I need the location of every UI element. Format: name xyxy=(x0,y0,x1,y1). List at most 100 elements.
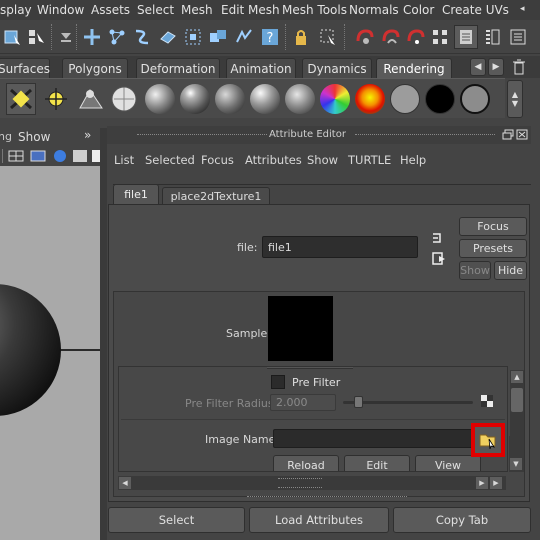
panel-resize-handle[interactable] xyxy=(247,496,407,498)
history-icon[interactable] xyxy=(454,25,478,49)
scroll-right-end-icon[interactable]: ▶ xyxy=(490,477,502,489)
menu-display[interactable]: splay xyxy=(0,3,32,17)
hide-button[interactable]: Hide xyxy=(494,261,527,280)
select-button[interactable]: Select xyxy=(108,507,245,533)
snap-to-curve-icon[interactable] xyxy=(378,25,402,49)
shelf-scroll-left-icon[interactable]: ◀ xyxy=(470,58,486,76)
ae-menu-selected[interactable]: Selected xyxy=(145,153,195,167)
select-uvs-icon[interactable] xyxy=(181,25,205,49)
smooth-shade-icon[interactable] xyxy=(30,149,46,163)
input-connection-icon[interactable] xyxy=(431,231,445,245)
snap-options-icon[interactable] xyxy=(54,25,78,49)
menu-color[interactable]: Color xyxy=(403,3,434,17)
view-button[interactable]: View xyxy=(415,455,481,471)
shelf-trash-icon[interactable] xyxy=(512,59,526,75)
shelf-tab-rendering[interactable]: Rendering xyxy=(376,58,452,78)
select-edges-icon[interactable] xyxy=(130,25,154,49)
scroll-right-icon[interactable]: ▶ xyxy=(476,477,488,489)
textured-icon[interactable] xyxy=(52,149,68,163)
shelf-tab-polygons[interactable]: Polygons xyxy=(62,58,128,78)
image-name-field[interactable] xyxy=(273,429,473,448)
horizontal-scroll-thumb[interactable] xyxy=(278,478,322,488)
edit-button[interactable]: Edit xyxy=(344,455,410,471)
select-by-hierarchy-icon[interactable] xyxy=(0,25,24,49)
presets-button[interactable]: Presets xyxy=(459,239,527,258)
viewport-overflow-icon[interactable]: » xyxy=(84,128,91,142)
ae-menu-show[interactable]: Show xyxy=(307,153,338,167)
blinn-material-icon[interactable] xyxy=(180,84,210,114)
shelf-tab-animation[interactable]: Animation xyxy=(226,58,296,78)
menu-window[interactable]: Window xyxy=(37,3,84,17)
lock-selection-icon[interactable] xyxy=(289,25,313,49)
perspective-viewport[interactable] xyxy=(0,166,100,540)
menu-select[interactable]: Select xyxy=(137,3,174,17)
scroll-thumb[interactable] xyxy=(511,388,523,412)
scroll-left-icon[interactable]: ◀ xyxy=(119,477,131,489)
close-panel-icon[interactable] xyxy=(516,129,528,140)
ae-menu-list[interactable]: List xyxy=(114,153,134,167)
outer-scroll-down-icon[interactable]: ▼ xyxy=(510,458,522,470)
select-by-object-icon[interactable] xyxy=(24,25,48,49)
browse-file-folder-icon[interactable] xyxy=(471,423,505,457)
pre-filter-radius-slider-handle[interactable] xyxy=(354,396,363,408)
shelf-tab-deformation[interactable]: Deformation xyxy=(136,58,220,78)
select-handles-icon[interactable] xyxy=(80,25,104,49)
menu-edit-mesh[interactable]: Edit Mesh xyxy=(221,3,280,17)
viewport-show-menu[interactable]: Show xyxy=(18,130,50,144)
shelf-scroll-right-icon[interactable]: ▶ xyxy=(488,58,504,76)
lights-icon[interactable] xyxy=(72,149,88,163)
menu-mesh[interactable]: Mesh xyxy=(181,3,213,17)
menu-assets[interactable]: Assets xyxy=(91,3,130,17)
inner-horizontal-scrollbar[interactable]: ◀ ▶ ▶ xyxy=(118,476,506,490)
directional-light-icon[interactable] xyxy=(6,83,36,115)
menu-create-uvs[interactable]: Create UVs xyxy=(442,3,509,17)
render-settings-icon[interactable] xyxy=(480,25,504,49)
shelf-scroll-vertical[interactable]: ▲ ▼ xyxy=(507,80,523,118)
anisotropic-material-icon[interactable] xyxy=(285,84,315,114)
select-multi-component-icon[interactable] xyxy=(206,25,230,49)
select-faces-icon[interactable] xyxy=(156,25,180,49)
float-panel-icon[interactable] xyxy=(502,129,514,140)
swatch-grey-icon[interactable] xyxy=(390,84,420,114)
show-button[interactable]: Show xyxy=(459,261,491,280)
swatch-grey-outline-icon[interactable] xyxy=(460,84,490,114)
menu-normals[interactable]: Normals xyxy=(349,3,399,17)
ae-menu-attributes[interactable]: Attributes xyxy=(245,153,302,167)
map-button-icon[interactable] xyxy=(481,395,493,407)
fractal-texture-icon[interactable] xyxy=(355,84,385,114)
file-name-field[interactable]: file1 xyxy=(262,236,418,258)
ae-menu-turtle[interactable]: TURTLE xyxy=(348,153,391,167)
lambert-material-icon[interactable] xyxy=(145,84,175,114)
load-attributes-button[interactable]: Load Attributes xyxy=(249,507,389,533)
snap-to-point-icon[interactable] xyxy=(403,25,427,49)
phong-material-icon[interactable] xyxy=(215,84,245,114)
panel-divider[interactable] xyxy=(100,128,107,540)
focus-button[interactable]: Focus xyxy=(459,217,527,236)
phong-e-material-icon[interactable] xyxy=(250,84,280,114)
shadows-icon[interactable] xyxy=(92,149,100,163)
shelf-tab-surfaces[interactable]: Surfaces xyxy=(0,58,50,78)
snap-to-grid-icon[interactable] xyxy=(352,25,376,49)
tab-place2dtexture1[interactable]: place2dTexture1 xyxy=(162,187,270,204)
checker-sphere-icon[interactable] xyxy=(110,84,138,114)
pre-filter-checkbox[interactable] xyxy=(271,375,285,389)
select-vertices-icon[interactable] xyxy=(105,25,129,49)
ipr-render-icon[interactable] xyxy=(506,25,530,49)
highlight-selection-icon[interactable] xyxy=(316,25,340,49)
pre-filter-radius-field[interactable]: 2.000 xyxy=(270,394,336,411)
tab-file1[interactable]: file1 xyxy=(113,184,159,204)
ae-menu-focus[interactable]: Focus xyxy=(201,153,234,167)
output-connection-icon[interactable] xyxy=(431,251,447,267)
spot-light-icon[interactable] xyxy=(76,84,106,114)
shelf-tab-dynamics[interactable]: Dynamics xyxy=(302,58,372,78)
ae-menu-help[interactable]: Help xyxy=(400,153,426,167)
viewport-lighting-menu[interactable]: ng xyxy=(0,130,12,143)
menu-mesh-tools[interactable]: Mesh Tools xyxy=(282,3,347,17)
menubar-overflow-icon[interactable]: ◂ xyxy=(520,4,525,14)
snap-to-view-plane-icon[interactable] xyxy=(428,25,452,49)
ramp-shader-icon[interactable] xyxy=(320,84,350,114)
outer-vertical-scrollbar[interactable]: ▼ xyxy=(509,436,523,472)
select-other-icon[interactable] xyxy=(232,25,256,49)
scroll-up-icon[interactable]: ▲ xyxy=(511,371,523,383)
point-light-icon[interactable] xyxy=(42,84,70,114)
